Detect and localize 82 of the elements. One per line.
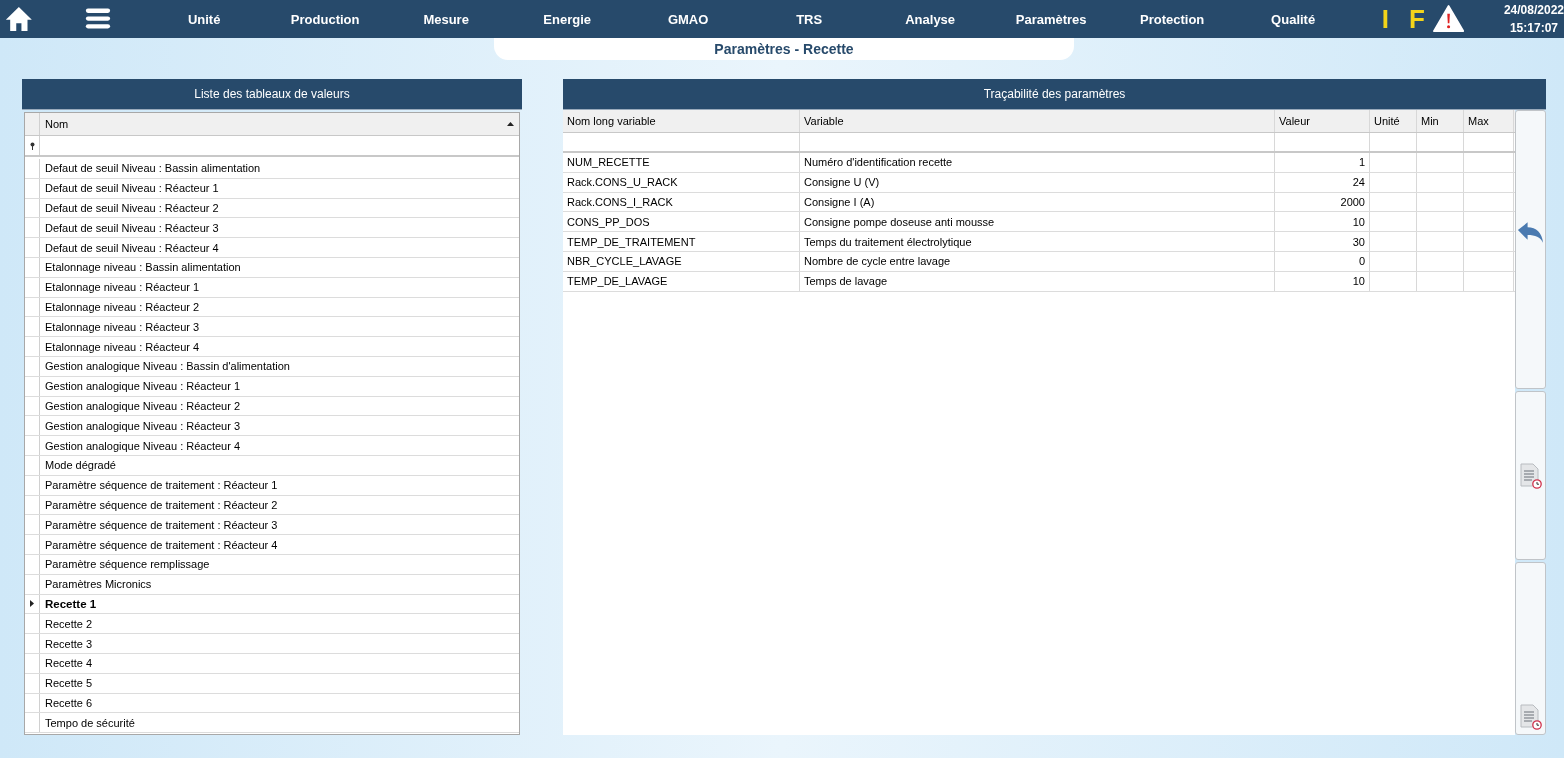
time-text: 15:17:07 xyxy=(1509,21,1558,35)
nav-menu-item[interactable]: Protection xyxy=(1111,11,1233,27)
table-cell: NBR_CYCLE_LAVAGE xyxy=(563,252,800,271)
page-title: Paramètres - Recette xyxy=(714,41,854,57)
column-header[interactable]: Nom xyxy=(45,118,69,130)
list-item[interactable]: Defaut de seuil Niveau : Réacteur 2 xyxy=(40,198,519,218)
list-item[interactable]: Etalonnage niveau : Réacteur 1 xyxy=(40,277,519,297)
list-item[interactable]: Gestion analogique Niveau : Réacteur 1 xyxy=(40,376,519,396)
list-item[interactable]: Gestion analogique Niveau : Bassin d'alimentation xyxy=(40,356,519,376)
table-cell: NUM_RECETTE xyxy=(563,153,800,172)
nav-menu-item[interactable]: Paramètres xyxy=(990,11,1112,27)
nav-menu-item[interactable]: TRS xyxy=(748,11,870,27)
list-item[interactable]: Paramètre séquence de traitement : Réacteur 3 xyxy=(40,515,519,535)
table-cell: Temps du traitement électrolytique xyxy=(800,232,1275,251)
row-pointer-icon xyxy=(30,600,34,608)
status-indicator: F xyxy=(1408,3,1425,35)
menu-icon[interactable] xyxy=(84,6,111,32)
list-item[interactable]: Tempo de sécurité xyxy=(40,713,519,733)
table-cell: 2000 xyxy=(1275,192,1370,212)
panel-header: Liste des tableaux de valeurs xyxy=(22,79,522,110)
list-item[interactable]: Recette 5 xyxy=(40,673,519,693)
list-item[interactable]: Paramètre séquence de traitement : Réacteur 2 xyxy=(40,495,519,515)
list-item[interactable]: Paramètre séquence remplissage xyxy=(40,554,519,574)
table-cell: TEMP_DE_TRAITEMENT xyxy=(563,232,800,251)
table-cell: Numéro d'identification recette xyxy=(800,153,1275,172)
list-item[interactable]: Defaut de seuil Niveau : Réacteur 3 xyxy=(40,218,519,238)
list-item[interactable]: Etalonnage niveau : Bassin alimentation xyxy=(40,258,519,277)
list-item[interactable]: Etalonnage niveau : Réacteur 4 xyxy=(40,337,519,356)
list-item[interactable]: Gestion analogique Niveau : Réacteur 2 xyxy=(40,396,519,416)
list-item[interactable]: Recette 2 xyxy=(40,614,519,634)
panel-header: Traçabilité des paramètres xyxy=(563,79,1546,110)
undo-icon xyxy=(1516,221,1545,245)
table-cell: Temps de lavage xyxy=(800,271,1275,291)
table-cell: CONS_PP_DOS xyxy=(563,212,800,232)
table-cell: Nombre de cycle entre lavage xyxy=(800,252,1275,271)
nav-menu-item[interactable]: Mesure xyxy=(385,11,507,27)
document-clock-icon xyxy=(1519,462,1542,489)
nav-menu-item[interactable]: Energie xyxy=(506,11,628,27)
column-header[interactable]: Unité xyxy=(1370,110,1417,132)
list-item[interactable]: Etalonnage niveau : Réacteur 2 xyxy=(40,297,519,317)
list-item[interactable]: Paramètre séquence de traitement : Réacteur 4 xyxy=(40,535,519,554)
list-item[interactable]: Paramètres Micronics xyxy=(40,574,519,594)
nav-menu-item[interactable]: Qualité xyxy=(1232,11,1354,27)
status-indicator: I xyxy=(1381,3,1389,35)
column-header[interactable]: Max xyxy=(1464,110,1514,132)
column-header[interactable]: Valeur xyxy=(1275,110,1370,132)
table-cell: 24 xyxy=(1275,172,1370,192)
table-cell: Rack.CONS_I_RACK xyxy=(563,192,800,212)
table-cell: 1 xyxy=(1275,153,1370,172)
list-item[interactable]: Mode dégradé xyxy=(40,455,519,475)
column-header[interactable]: Nom long variable xyxy=(563,110,800,132)
list-item[interactable]: Defaut de seuil Niveau : Réacteur 4 xyxy=(40,238,519,257)
list-item[interactable]: Defaut de seuil Niveau : Bassin alimentation xyxy=(40,159,519,178)
list-item[interactable]: Recette 6 xyxy=(40,693,519,713)
table-cell: 0 xyxy=(1275,252,1370,271)
list-item[interactable]: Defaut de seuil Niveau : Réacteur 1 xyxy=(40,178,519,198)
sort-icon[interactable] xyxy=(507,122,514,126)
table-cell: 10 xyxy=(1275,212,1370,232)
nav-menu-item[interactable]: Unité xyxy=(143,11,265,27)
list-item[interactable]: Recette 1 xyxy=(40,594,519,614)
column-header[interactable]: Variable xyxy=(800,110,1275,132)
table-cell: Consigne U (V) xyxy=(800,172,1275,192)
table-cell: TEMP_DE_LAVAGE xyxy=(563,271,800,291)
nav-menu-item[interactable]: GMAO xyxy=(627,11,749,27)
list-item[interactable]: Recette 3 xyxy=(40,634,519,653)
list-item[interactable]: Etalonnage niveau : Réacteur 3 xyxy=(40,317,519,337)
nav-menu-item[interactable]: Production xyxy=(264,11,386,27)
warning-icon[interactable] xyxy=(1432,3,1464,35)
table-cell: Consigne pompe doseuse anti mousse xyxy=(800,212,1275,232)
list-item[interactable]: Recette 4 xyxy=(40,653,519,673)
document-clock-icon xyxy=(1519,704,1542,730)
table-cell: Rack.CONS_U_RACK xyxy=(563,172,800,192)
table-cell: Consigne I (A) xyxy=(800,192,1275,212)
list-item[interactable]: Paramètre séquence de traitement : Réacteur 1 xyxy=(40,475,519,495)
column-header[interactable]: Min xyxy=(1417,110,1464,132)
pin-icon xyxy=(29,141,35,150)
nav-menu-item[interactable]: Analyse xyxy=(869,11,991,27)
list-item[interactable]: Gestion analogique Niveau : Réacteur 4 xyxy=(40,436,519,455)
table-cell: 10 xyxy=(1275,271,1370,291)
table-cell: 30 xyxy=(1275,232,1370,251)
date-text: 24/08/2022 xyxy=(1503,3,1564,17)
list-item[interactable]: Gestion analogique Niveau : Réacteur 3 xyxy=(40,416,519,436)
